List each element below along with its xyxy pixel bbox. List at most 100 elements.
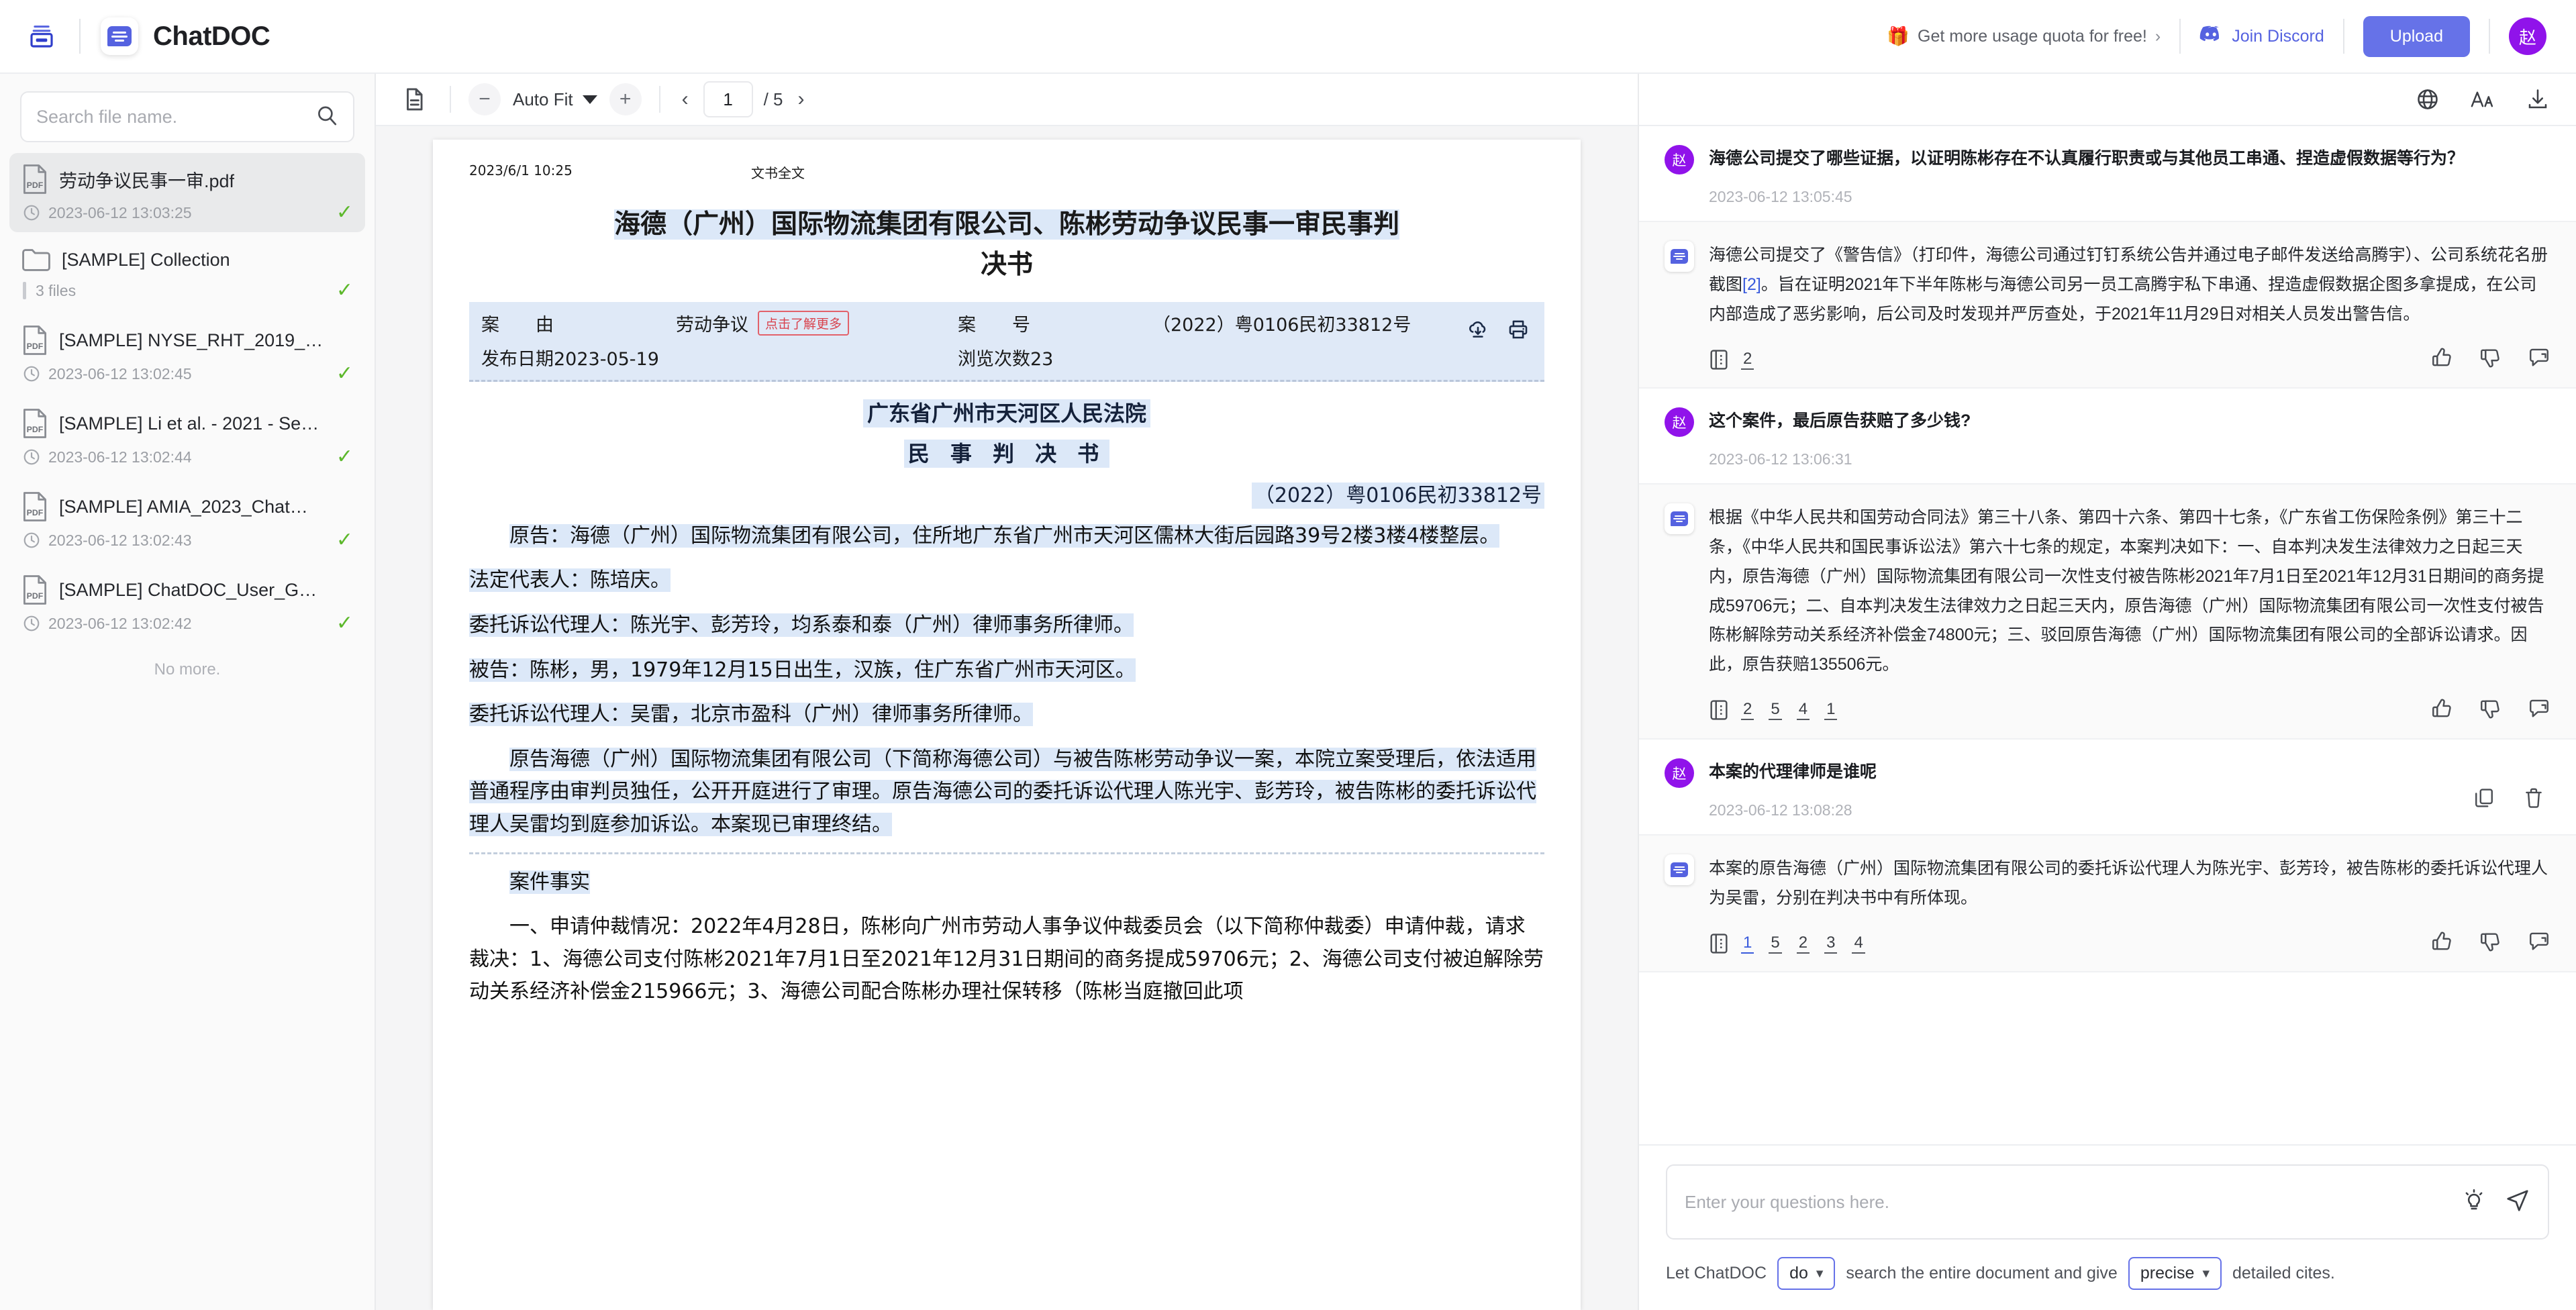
document-outline-icon[interactable]: [396, 81, 432, 117]
copy-icon[interactable]: [2473, 787, 2495, 813]
chat-message-list[interactable]: 赵海德公司提交了哪些证据，以证明陈彬存在不认真履行职责或与其他员工串通、捏造虚假…: [1639, 126, 2576, 1144]
file-list-item[interactable]: PDF [SAMPLE] NYSE_RHT_2019_… 2023-06-12 13…: [9, 314, 365, 393]
collapse-sidebar-icon[interactable]: [24, 19, 59, 54]
font-size-icon[interactable]: [2467, 84, 2498, 115]
file-list-item[interactable]: PDF 劳动争议民事一审.pdf 2023-06-12 13:03:25 ✓: [9, 153, 365, 232]
file-name: [SAMPLE] NYSE_RHT_2019_…: [59, 330, 324, 350]
file-item-header: [SAMPLE] Collection: [21, 247, 353, 272]
reference-page-link[interactable]: 2: [1741, 350, 1754, 370]
file-date: 2023-06-12 13:02:42: [48, 614, 192, 632]
clock-icon: [23, 532, 40, 548]
reference-list: 15234: [1741, 934, 1865, 954]
references-icon[interactable]: [1709, 699, 1729, 721]
header-divider-3: [2342, 19, 2344, 54]
send-icon[interactable]: [2505, 1188, 2530, 1217]
precision-select[interactable]: precise ▾: [2128, 1257, 2222, 1290]
feedback-comment-icon[interactable]: [2528, 930, 2550, 956]
search-icon[interactable]: [315, 104, 338, 130]
file-item-header: PDF [SAMPLE] Li et al. - 2021 - Se…: [21, 408, 353, 439]
file-list-item[interactable]: PDF [SAMPLE] Li et al. - 2021 - Se… 2023-0…: [9, 397, 365, 476]
toolbar-divider-2: [658, 86, 660, 113]
learn-more-tag[interactable]: 点击了解更多: [758, 310, 850, 336]
question-input-box[interactable]: [1666, 1164, 2549, 1240]
file-name: [SAMPLE] ChatDOC_User_G…: [59, 579, 317, 600]
cloud-download-icon[interactable]: [1467, 318, 1489, 344]
chat-options-row: Let ChatDOC do ▾ search the entire docum…: [1666, 1257, 2549, 1290]
reference-page-link[interactable]: 1: [1741, 934, 1754, 954]
chevron-down-icon: ▾: [2202, 1266, 2210, 1281]
brand-logo-group[interactable]: ChatDOC: [101, 17, 270, 55]
prev-page-button[interactable]: ‹: [678, 88, 693, 111]
delete-icon[interactable]: [2522, 787, 2545, 813]
mode-select[interactable]: do ▾: [1777, 1257, 1836, 1290]
join-discord-link[interactable]: Join Discord: [2199, 26, 2324, 48]
top-header-bar: ChatDOC 🎁 Get more usage quota for free!…: [0, 0, 2576, 74]
thumbs-down-icon[interactable]: [2479, 930, 2502, 956]
app-title: ChatDOC: [153, 21, 270, 51]
doc-paragraph: 原告海德（广州）国际物流集团有限公司（下简称海德公司）与被告陈彬劳动争议一案，本…: [469, 747, 1536, 837]
feedback-actions: [2431, 346, 2550, 372]
reference-page-link[interactable]: 1: [1824, 700, 1838, 721]
next-page-button[interactable]: ›: [794, 88, 809, 111]
page-total-label: / 5: [763, 89, 783, 109]
file-status-check-icon: ✓: [336, 446, 353, 468]
reference-page-link[interactable]: 3: [1824, 934, 1838, 954]
chat-question-message: 赵这个案件，最后原告获赔了多少钱? 2023-06-12 13:06:31: [1639, 389, 2576, 485]
feedback-comment-icon[interactable]: [2528, 697, 2550, 723]
message-header: 根据《中华人民共和国劳动合同法》第三十八条、第四十六条、第四十七条，《广东省工伤…: [1665, 502, 2550, 680]
thumbs-up-icon[interactable]: [2431, 346, 2454, 372]
svg-text:PDF: PDF: [27, 508, 44, 517]
reference-page-link[interactable]: 4: [1852, 934, 1865, 954]
thumbs-up-icon[interactable]: [2431, 930, 2454, 956]
file-item-header: PDF [SAMPLE] ChatDOC_User_G…: [21, 574, 353, 605]
suggestion-bulb-icon[interactable]: [2462, 1189, 2486, 1216]
quota-label: Get more usage quota for free!: [1918, 26, 2147, 46]
file-list-item[interactable]: PDF [SAMPLE] AMIA_2023_Chat… 2023-06-12 13…: [9, 481, 365, 560]
references-icon[interactable]: [1709, 932, 1729, 955]
answer-footer: 15234: [1709, 930, 2550, 956]
document-scroll-area[interactable]: 2023/6/1 10:25 文书全文 海德（广州）国际物流集团有限公司、陈彬劳…: [376, 126, 1638, 1310]
thumbs-down-icon[interactable]: [2479, 697, 2502, 723]
pdf-file-icon: PDF: [23, 492, 47, 521]
page-header-meta: 2023/6/1 10:25 文书全文: [469, 162, 1544, 182]
reference-page-link[interactable]: 5: [1769, 934, 1782, 954]
file-item-footer: 2023-06-12 13:02:42 ✓: [21, 613, 353, 634]
feedback-comment-icon[interactable]: [2528, 346, 2550, 372]
file-list: PDF 劳动争议民事一审.pdf 2023-06-12 13:03:25 ✓ [SAMP…: [0, 149, 375, 1310]
no-more-label: No more.: [154, 660, 221, 678]
chat-panel: 赵海德公司提交了哪些证据，以证明陈彬存在不认真履行职责或与其他员工串通、捏造虚假…: [1638, 74, 2576, 1310]
zoom-fit-select[interactable]: Auto Fit: [503, 89, 607, 110]
reference-page-link[interactable]: 2: [1741, 700, 1754, 721]
toolbar-divider-1: [450, 86, 451, 113]
references-icon[interactable]: [1709, 348, 1729, 371]
thumbs-up-icon[interactable]: [2431, 697, 2454, 723]
citation-ref[interactable]: [2]: [1742, 275, 1761, 294]
question-input[interactable]: [1685, 1191, 2462, 1213]
meta-label-cause: 案 由: [481, 314, 554, 336]
user-avatar: 赵: [1665, 758, 1694, 788]
file-list-item[interactable]: PDF [SAMPLE] ChatDOC_User_G… 2023-06-12 13…: [9, 564, 365, 643]
zoom-in-button[interactable]: +: [609, 83, 642, 115]
user-avatar[interactable]: 赵: [2509, 17, 2546, 55]
zoom-out-button[interactable]: −: [468, 83, 501, 115]
print-icon[interactable]: [1507, 318, 1530, 344]
chat-question-message: 赵本案的代理律师是谁呢 2023-06-12 13:08:28: [1639, 740, 2576, 836]
answer-text: 海德公司提交了《警告信》（打印件，海德公司通过钉钉系统公告并通过电子邮件发送给高…: [1709, 246, 2548, 323]
message-header: 赵这个案件，最后原告获赔了多少钱?: [1665, 406, 2550, 438]
get-more-quota-link[interactable]: 🎁 Get more usage quota for free! ›: [1887, 26, 2161, 47]
page-number-input[interactable]: 1: [703, 81, 753, 117]
file-list-item[interactable]: [SAMPLE] Collection 3 files ✓: [9, 236, 365, 310]
upload-button[interactable]: Upload: [2363, 15, 2470, 57]
search-box[interactable]: [20, 91, 354, 142]
thumbs-down-icon[interactable]: [2479, 346, 2502, 372]
reference-page-link[interactable]: 5: [1769, 700, 1782, 721]
file-status-check-icon: ✓: [336, 201, 353, 223]
reference-page-link[interactable]: 2: [1796, 934, 1810, 954]
globe-icon[interactable]: [2412, 84, 2443, 115]
mode-value: do: [1789, 1264, 1808, 1282]
download-icon[interactable]: [2522, 84, 2553, 115]
pdf-file-icon: PDF: [23, 409, 47, 438]
doc-paragraph: 委托诉讼代理人：吴雷，北京市盈科（广州）律师事务所律师。: [469, 703, 1033, 727]
search-input[interactable]: [36, 106, 338, 128]
reference-page-link[interactable]: 4: [1796, 700, 1810, 721]
